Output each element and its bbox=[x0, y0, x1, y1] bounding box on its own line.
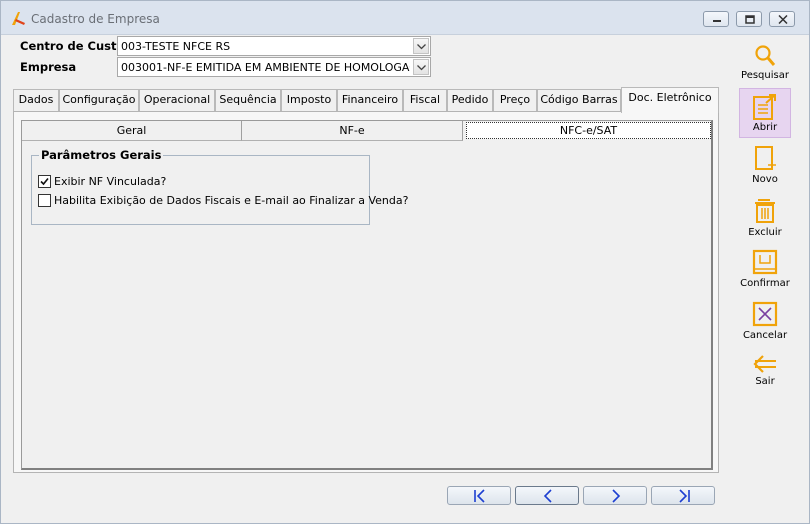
tab-fiscal[interactable]: Fiscal bbox=[403, 89, 447, 112]
centro-custo-value: 003-TESTE NFCE RS bbox=[121, 40, 231, 53]
subtab-nfce-sat[interactable]: NFC-e/SAT bbox=[466, 122, 711, 139]
trash-icon bbox=[755, 199, 775, 223]
pesquisar-button[interactable]: Pesquisar bbox=[739, 43, 791, 85]
subtab-nfe[interactable]: NF-e bbox=[242, 121, 463, 141]
cancel-icon bbox=[752, 301, 778, 327]
empresa-label: Empresa bbox=[20, 60, 77, 74]
chevron-left-icon bbox=[543, 489, 552, 503]
confirmar-button[interactable]: Confirmar bbox=[739, 249, 791, 293]
excluir-button[interactable]: Excluir bbox=[739, 198, 791, 242]
chevron-down-icon bbox=[417, 65, 426, 71]
empresa-value: 003001-NF-E EMITIDA EM AMBIENTE DE HOMOL… bbox=[121, 61, 410, 74]
empresa-select[interactable]: 003001-NF-E EMITIDA EM AMBIENTE DE HOMOL… bbox=[117, 57, 431, 77]
open-file-icon bbox=[753, 94, 776, 120]
empresa-dropdown-button[interactable] bbox=[413, 59, 429, 75]
parametros-gerais-group: Parâmetros Gerais Exibir NF Vinculada? H… bbox=[31, 148, 408, 225]
maximize-icon bbox=[745, 15, 755, 24]
tab-financeiro[interactable]: Financeiro bbox=[337, 89, 403, 112]
exibir-nf-vinculada-checkbox[interactable] bbox=[38, 175, 51, 188]
tab-operacional[interactable]: Operacional bbox=[139, 89, 215, 112]
save-icon bbox=[752, 249, 778, 275]
cancelar-button[interactable]: Cancelar bbox=[739, 301, 791, 345]
chevron-down-icon bbox=[417, 44, 426, 50]
tab-codigo-barras[interactable]: Código Barras bbox=[537, 89, 621, 112]
window-title: Cadastro de Empresa bbox=[31, 12, 160, 26]
close-button[interactable] bbox=[769, 11, 795, 27]
previous-record-button[interactable] bbox=[515, 486, 579, 505]
habilita-dados-fiscais-label: Habilita Exibição de Dados Fiscais e E-m… bbox=[54, 194, 409, 207]
close-icon bbox=[778, 15, 788, 24]
tab-dados[interactable]: Dados bbox=[13, 89, 59, 112]
habilita-dados-fiscais-checkbox[interactable] bbox=[38, 194, 51, 207]
exibir-nf-vinculada-label: Exibir NF Vinculada? bbox=[54, 175, 167, 188]
tab-doc-eletronico[interactable]: Doc. Eletrônico bbox=[621, 87, 719, 113]
tab-pedido[interactable]: Pedido bbox=[447, 89, 493, 112]
title-bar: Cadastro de Empresa bbox=[1, 1, 809, 35]
next-record-button[interactable] bbox=[583, 486, 647, 505]
tab-panel-doc-eletronico: Geral NF-e NFC-e/SAT Parâmetros Gerais E… bbox=[13, 111, 719, 473]
first-record-icon bbox=[474, 489, 485, 503]
centro-custo-label: Centro de Custo bbox=[20, 39, 125, 53]
subtab-panel: Geral NF-e NFC-e/SAT Parâmetros Gerais E… bbox=[21, 120, 713, 470]
maximize-button[interactable] bbox=[736, 11, 762, 27]
tab-imposto[interactable]: Imposto bbox=[281, 89, 337, 112]
checkmark-icon bbox=[40, 177, 49, 186]
last-record-button[interactable] bbox=[651, 486, 715, 505]
tab-configuracao[interactable]: Configuração bbox=[59, 89, 139, 112]
group-title: Parâmetros Gerais bbox=[39, 148, 164, 162]
abrir-button[interactable]: Abrir bbox=[739, 88, 791, 138]
sair-button[interactable]: Sair bbox=[739, 353, 791, 393]
tab-sequencia[interactable]: Sequência bbox=[215, 89, 281, 112]
minimize-button[interactable] bbox=[703, 11, 729, 27]
window: Cadastro de Empresa Centro de Custo 003-… bbox=[0, 0, 810, 524]
new-document-icon bbox=[755, 146, 776, 170]
minimize-icon bbox=[713, 20, 721, 22]
centro-custo-select[interactable]: 003-TESTE NFCE RS bbox=[117, 36, 431, 56]
novo-button[interactable]: Novo bbox=[739, 145, 791, 189]
tab-preco[interactable]: Preço bbox=[493, 89, 537, 112]
exit-arrow-icon bbox=[753, 355, 776, 373]
search-icon bbox=[755, 45, 776, 66]
centro-custo-dropdown-button[interactable] bbox=[413, 38, 429, 54]
app-logo-icon bbox=[12, 12, 25, 25]
subtab-geral[interactable]: Geral bbox=[22, 121, 242, 141]
last-record-icon bbox=[679, 489, 690, 503]
chevron-right-icon bbox=[612, 489, 621, 503]
first-record-button[interactable] bbox=[447, 486, 511, 505]
